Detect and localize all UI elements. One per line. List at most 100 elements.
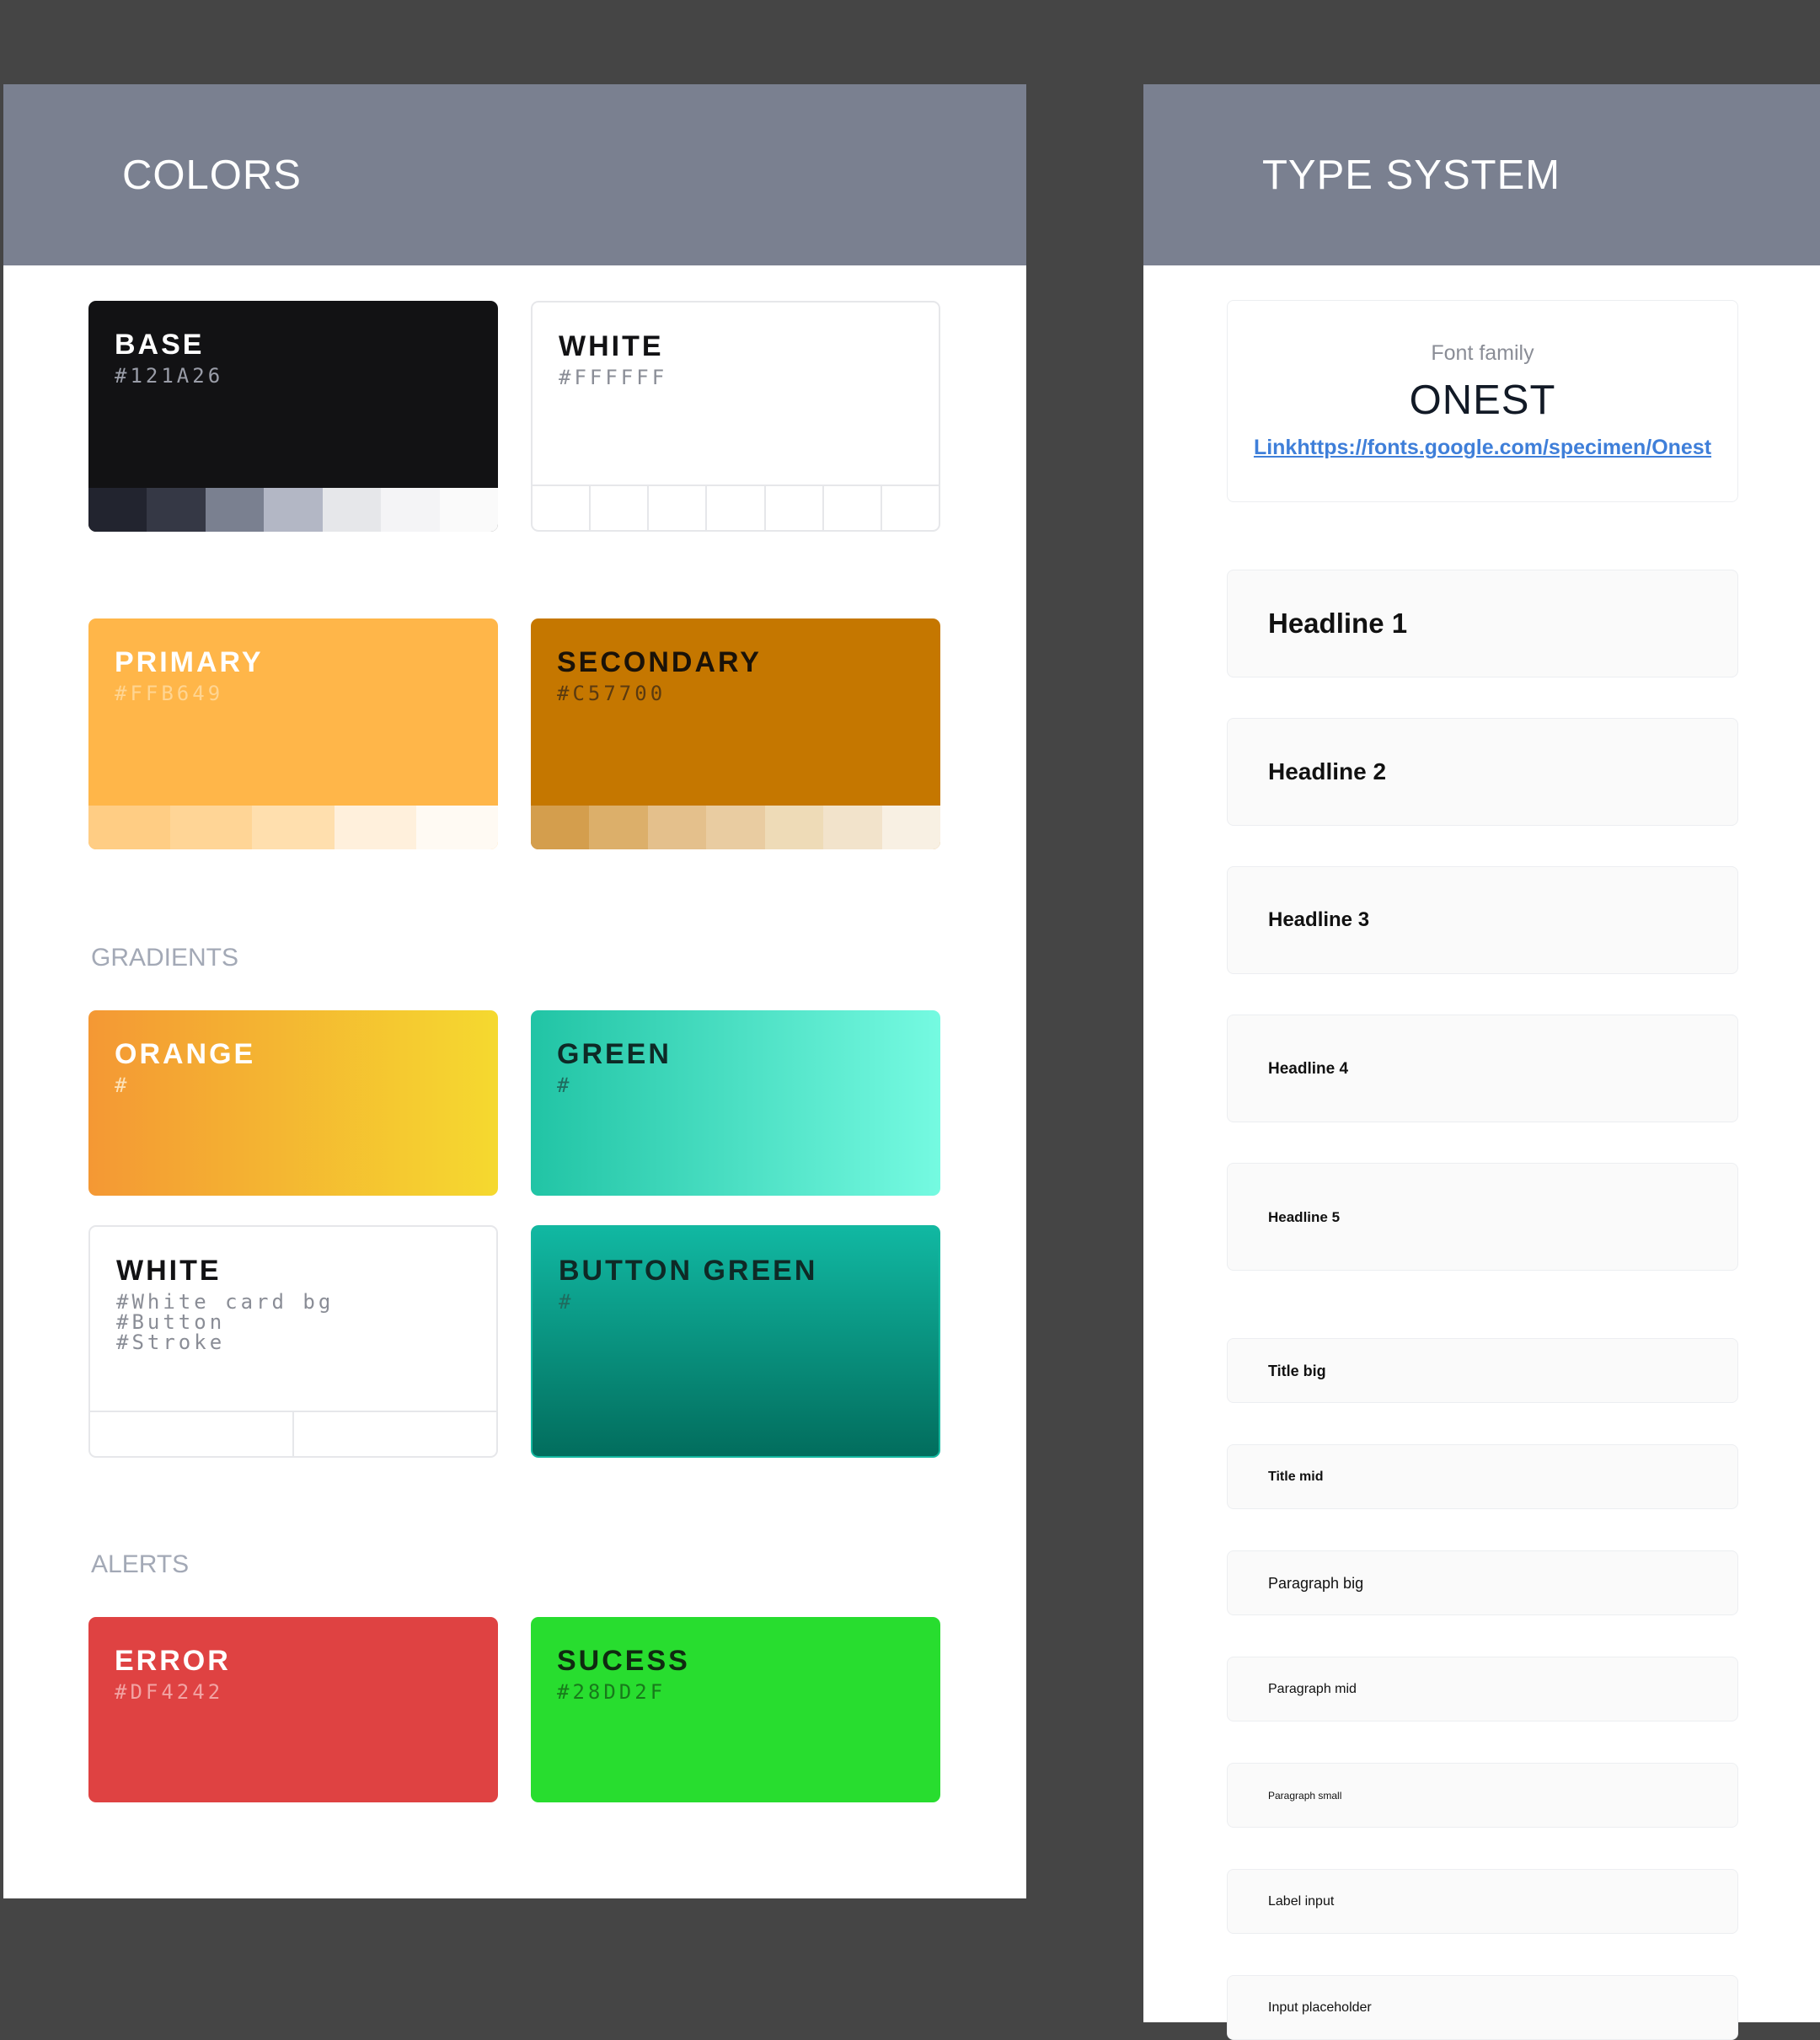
type-style-card[interactable]: Headline 2 xyxy=(1227,718,1738,826)
type-style-label: Paragraph small xyxy=(1268,1790,1342,1802)
type-style-label: Headline 5 xyxy=(1268,1209,1341,1225)
type-style-label: Paragraph mid xyxy=(1268,1682,1357,1696)
type-system-panel: TYPE SYSTEM Font family ONEST Linkhttps:… xyxy=(1143,84,1820,2040)
color-code: # xyxy=(559,1290,575,1314)
gradient-card-white[interactable]: WHITE #White card bg #Button #Stroke xyxy=(88,1225,498,1458)
font-name: ONEST xyxy=(1409,377,1556,423)
color-shade-strip xyxy=(90,1411,496,1456)
shade-swatch[interactable] xyxy=(533,486,592,530)
type-style-label: Headline 2 xyxy=(1268,758,1387,784)
color-shade-strip xyxy=(531,806,940,849)
type-style-label: Label input xyxy=(1268,1894,1335,1909)
color-code: #FFFFFF xyxy=(559,366,668,389)
shade-swatch[interactable] xyxy=(147,488,206,532)
type-panel-header: TYPE SYSTEM xyxy=(1143,84,1820,265)
color-card-base[interactable]: BASE #121A26 xyxy=(88,301,498,532)
color-shade-strip xyxy=(88,806,498,849)
type-style-card[interactable]: Headline 1 xyxy=(1227,570,1738,677)
color-card-white[interactable]: WHITE #FFFFFF xyxy=(531,301,940,532)
shade-swatch[interactable] xyxy=(823,806,882,849)
type-panel-title: TYPE SYSTEM xyxy=(1262,153,1561,198)
shade-swatch[interactable] xyxy=(322,488,382,532)
gradient-card-button-green[interactable]: BUTTON GREEN # xyxy=(531,1225,940,1458)
color-shade-strip xyxy=(88,488,498,532)
color-code: #FFB649 xyxy=(115,682,224,705)
type-style-label: Input placeholder xyxy=(1268,2000,1372,2015)
gradient-card-orange[interactable]: ORANGE # xyxy=(88,1010,498,1196)
shade-swatch[interactable] xyxy=(415,806,498,849)
type-style-card[interactable]: Headline 3 xyxy=(1227,866,1738,974)
shade-swatch[interactable] xyxy=(90,1412,294,1456)
shade-swatch[interactable] xyxy=(824,486,882,530)
shade-swatch[interactable] xyxy=(589,806,648,849)
font-link[interactable]: Linkhttps://fonts.google.com/specimen/On… xyxy=(1228,436,1737,460)
shade-swatch[interactable] xyxy=(381,488,440,532)
type-style-card[interactable]: Paragraph small xyxy=(1227,1763,1738,1828)
colors-panel: COLORS BASE #121A26 WHITE #FFFFFF PRIMAR… xyxy=(3,84,1026,1898)
type-style-card[interactable]: Headline 5 xyxy=(1227,1163,1738,1271)
color-card-secondary[interactable]: SECONDARY #C57700 xyxy=(531,618,940,849)
type-style-label: Title big xyxy=(1268,1363,1326,1379)
shade-swatch[interactable] xyxy=(439,488,498,532)
type-style-label: Title mid xyxy=(1268,1470,1324,1484)
shade-swatch[interactable] xyxy=(706,806,765,849)
shade-swatch[interactable] xyxy=(264,488,323,532)
colors-panel-title: COLORS xyxy=(122,153,302,198)
type-style-card[interactable]: Input placeholder xyxy=(1227,1975,1738,2040)
color-usage-2: #Button xyxy=(116,1310,226,1334)
color-code: # xyxy=(557,1074,573,1097)
shade-swatch[interactable] xyxy=(334,806,416,849)
type-style-card[interactable]: Label input xyxy=(1227,1869,1738,1934)
type-style-label: Paragraph big xyxy=(1268,1575,1364,1592)
shade-swatch[interactable] xyxy=(766,486,824,530)
font-family-card: Font family ONEST Linkhttps://fonts.goog… xyxy=(1227,300,1738,502)
shade-swatch[interactable] xyxy=(647,806,707,849)
shade-swatch[interactable] xyxy=(88,488,147,532)
type-style-label: Headline 1 xyxy=(1268,608,1408,639)
shade-swatch[interactable] xyxy=(88,806,171,849)
type-style-card[interactable]: Title mid xyxy=(1227,1444,1738,1509)
shade-swatch[interactable] xyxy=(881,806,940,849)
type-style-card[interactable]: Title big xyxy=(1227,1338,1738,1403)
shade-swatch[interactable] xyxy=(882,486,939,530)
type-style-card[interactable]: Paragraph big xyxy=(1227,1550,1738,1615)
font-family-label: Font family xyxy=(1431,341,1534,365)
type-style-card[interactable]: Paragraph mid xyxy=(1227,1657,1738,1721)
color-name: SECONDARY xyxy=(557,646,762,678)
gradient-card-green[interactable]: GREEN # xyxy=(531,1010,940,1196)
alerts-section-label: ALERTS xyxy=(91,1550,190,1578)
color-name: WHITE xyxy=(559,330,664,362)
shade-swatch[interactable] xyxy=(294,1412,496,1456)
color-name: BASE xyxy=(115,329,205,361)
type-style-label: Headline 4 xyxy=(1268,1060,1349,1078)
colors-panel-header: COLORS xyxy=(3,84,1026,265)
shade-swatch[interactable] xyxy=(707,486,766,530)
color-code: #121A26 xyxy=(115,364,224,388)
color-name: BUTTON GREEN xyxy=(559,1255,818,1287)
color-name: ERROR xyxy=(115,1645,231,1677)
type-style-card[interactable]: Headline 4 xyxy=(1227,1015,1738,1122)
color-name: SUCESS xyxy=(557,1645,690,1677)
color-card-primary[interactable]: PRIMARY #FFB649 xyxy=(88,618,498,849)
shade-swatch[interactable] xyxy=(252,806,335,849)
color-code: #28DD2F xyxy=(557,1680,666,1704)
shade-swatch[interactable] xyxy=(764,806,824,849)
color-code: #DF4242 xyxy=(115,1680,224,1704)
color-usage-1: #White card bg xyxy=(116,1290,335,1314)
shade-swatch[interactable] xyxy=(205,488,265,532)
type-style-label: Headline 3 xyxy=(1268,908,1370,931)
shade-swatch[interactable] xyxy=(591,486,650,530)
gradients-section-label: GRADIENTS xyxy=(91,944,239,972)
color-code: # xyxy=(115,1074,131,1097)
shade-swatch[interactable] xyxy=(170,806,253,849)
alert-card-success[interactable]: SUCESS #28DD2F xyxy=(531,1617,940,1802)
color-name: ORANGE xyxy=(115,1038,256,1070)
color-code: #C57700 xyxy=(557,682,666,705)
color-usage-3: #Stroke xyxy=(116,1331,226,1354)
color-name: PRIMARY xyxy=(115,646,264,678)
alert-card-error[interactable]: ERROR #DF4242 xyxy=(88,1617,498,1802)
color-shade-strip xyxy=(533,485,939,530)
color-name: WHITE xyxy=(116,1255,222,1287)
shade-swatch[interactable] xyxy=(649,486,708,530)
shade-swatch[interactable] xyxy=(531,806,590,849)
